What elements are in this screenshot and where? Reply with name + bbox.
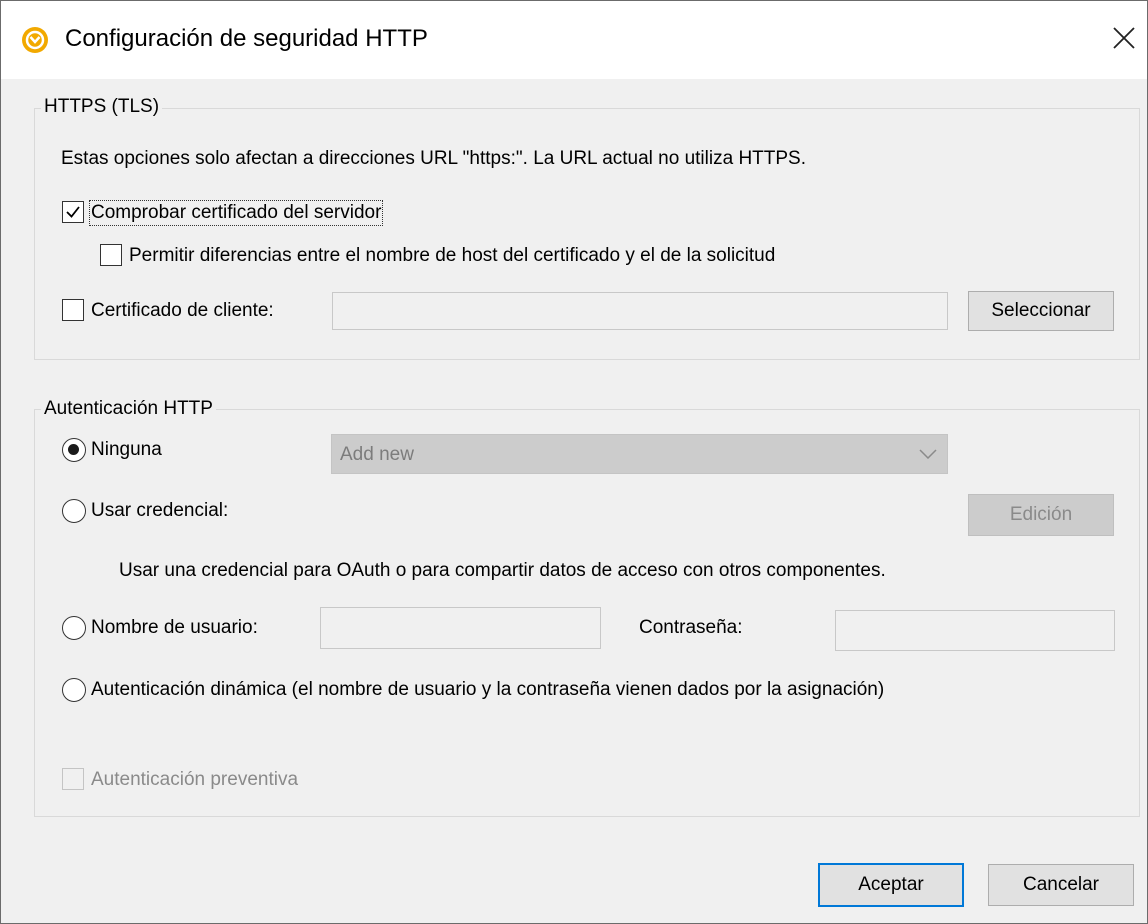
client-cert-field[interactable] <box>332 292 948 330</box>
checkmark-icon <box>66 206 80 218</box>
dialog-window: Configuración de seguridad HTTP HTTPS (T… <box>0 0 1148 924</box>
client-cert-label[interactable]: Certificado de cliente: <box>91 300 274 322</box>
username-radio[interactable] <box>62 616 86 640</box>
close-icon <box>1113 27 1135 49</box>
edit-credential-button[interactable]: Edición <box>968 494 1114 536</box>
auth-group-legend: Autenticación HTTP <box>41 398 216 420</box>
credential-info-text: Usar una credencial para OAuth o para co… <box>119 560 886 581</box>
select-cert-button[interactable]: Seleccionar <box>968 291 1114 331</box>
https-info-text: Estas opciones solo afectan a direccione… <box>61 148 806 169</box>
credential-select-value: Add new <box>340 444 414 465</box>
radio-selected-dot <box>68 444 79 455</box>
ok-button-label: Aceptar <box>858 874 924 895</box>
allow-host-mismatch-checkbox[interactable] <box>100 244 122 266</box>
cancel-button-label: Cancelar <box>1022 874 1100 895</box>
auth-none-radio[interactable] <box>62 438 86 462</box>
client-cert-checkbox[interactable] <box>62 299 84 321</box>
close-button[interactable] <box>1107 21 1141 55</box>
https-group-legend: HTTPS (TLS) <box>41 96 163 118</box>
dynamic-auth-radio[interactable] <box>62 678 86 702</box>
edit-credential-button-label: Edición <box>1009 504 1073 525</box>
preemptive-auth-label[interactable]: Autenticación preventiva <box>91 769 298 791</box>
check-server-cert-label[interactable]: Comprobar certificado del servidor <box>88 200 384 226</box>
use-credential-radio[interactable] <box>62 499 86 523</box>
username-label[interactable]: Nombre de usuario: <box>91 617 258 639</box>
dialog-title: Configuración de seguridad HTTP <box>65 25 428 52</box>
credential-select[interactable]: Add new <box>331 434 948 474</box>
auth-none-label[interactable]: Ninguna <box>91 439 162 461</box>
chevron-down-icon <box>919 449 937 459</box>
select-cert-button-label: Seleccionar <box>991 300 1091 321</box>
app-logo-icon <box>22 27 48 53</box>
dynamic-auth-label[interactable]: Autenticación dinámica (el nombre de usu… <box>91 679 884 701</box>
ok-button[interactable]: Aceptar <box>818 863 964 907</box>
cancel-button[interactable]: Cancelar <box>988 864 1134 906</box>
preemptive-auth-checkbox[interactable] <box>62 768 84 790</box>
password-field[interactable] <box>835 610 1115 651</box>
username-field[interactable] <box>320 607 601 649</box>
title-bar[interactable]: Configuración de seguridad HTTP <box>1 1 1147 79</box>
check-server-cert-checkbox[interactable] <box>62 201 84 223</box>
use-credential-label[interactable]: Usar credencial: <box>91 500 228 522</box>
allow-host-mismatch-label[interactable]: Permitir diferencias entre el nombre de … <box>129 245 775 267</box>
password-label: Contraseña: <box>639 617 743 638</box>
